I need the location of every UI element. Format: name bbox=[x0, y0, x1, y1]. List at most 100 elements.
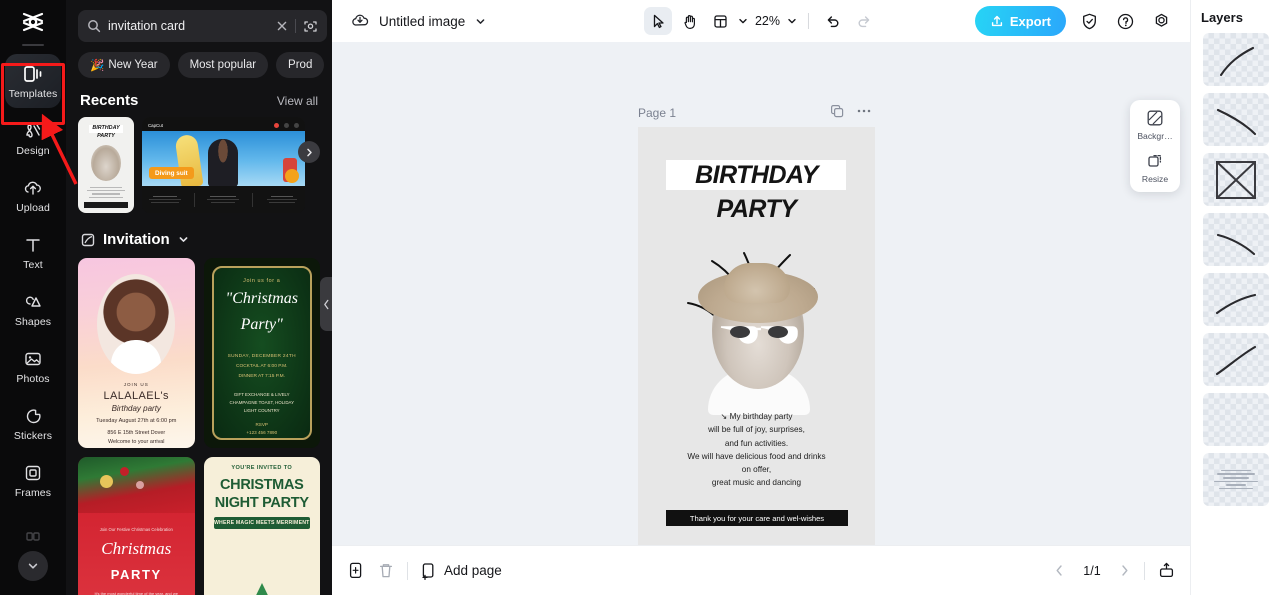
chip-label: Prod bbox=[288, 59, 313, 71]
duplicate-page-icon[interactable] bbox=[830, 104, 844, 118]
card-body-line-4: We will have delicious food and drinks bbox=[687, 451, 826, 461]
sidebar-item-photos[interactable]: Photos bbox=[5, 339, 61, 393]
redo-icon bbox=[858, 16, 870, 28]
chevron-down-icon[interactable] bbox=[177, 233, 190, 246]
cloud-save-icon[interactable] bbox=[350, 11, 370, 31]
recents-header: Recents View all bbox=[66, 78, 332, 109]
layer-curve-3[interactable] bbox=[1202, 213, 1269, 266]
sidebar-item-design[interactable]: Design bbox=[5, 111, 61, 165]
page-label: Page 1 bbox=[638, 106, 677, 120]
template-date1-label: SUNDAY, DECEMBER 24TH bbox=[227, 354, 296, 359]
rail-collapse-button[interactable] bbox=[18, 551, 48, 581]
layer-empty[interactable] bbox=[1202, 393, 1269, 446]
template-decoration bbox=[78, 457, 195, 513]
resize-tool-label: Resize bbox=[1141, 174, 1169, 184]
hand-tool-button[interactable] bbox=[675, 7, 703, 35]
sidebar-item-stickers[interactable]: Stickers bbox=[5, 396, 61, 450]
design-card[interactable]: BIRTHDAY PARTY ↘ My birthday party will … bbox=[638, 127, 875, 545]
recent-card-diving-suit[interactable]: CapCut Diving suit bbox=[142, 117, 305, 213]
recent-card-birthday[interactable]: BIRTHDAY PARTY bbox=[78, 117, 134, 213]
sidebar-item-templates[interactable]: Templates bbox=[5, 54, 61, 108]
visual-search-icon[interactable] bbox=[303, 19, 318, 34]
template-grid: JOIN US LALALAEL's Birthday party Tuesda… bbox=[66, 248, 332, 595]
trash-icon[interactable] bbox=[377, 561, 395, 580]
template-card-christmas-night-party[interactable]: YOU'RE INVITED TO CHRISTMAS NIGHT PARTY … bbox=[203, 457, 320, 595]
category-header[interactable]: Invitation bbox=[66, 213, 332, 248]
template-sub-label: Birthday party bbox=[111, 404, 161, 413]
gear-icon bbox=[1155, 13, 1167, 27]
resize-icon bbox=[1148, 154, 1162, 167]
template-join-label: JOIN US bbox=[123, 382, 149, 387]
recent-badge-label: Diving suit bbox=[149, 167, 194, 179]
add-page-label: Add page bbox=[444, 563, 502, 578]
card-body-line-5: on offer, bbox=[741, 465, 772, 475]
layer-curve-5[interactable] bbox=[1202, 333, 1269, 386]
template-card-lalalael-birthday[interactable]: JOIN US LALALAEL's Birthday party Tuesda… bbox=[78, 258, 195, 448]
app-logo[interactable] bbox=[0, 0, 66, 44]
panel-collapse-handle[interactable] bbox=[320, 277, 332, 331]
card-body-line-2: will be full of joy, surprises, bbox=[708, 425, 805, 435]
capcut-logo-icon bbox=[22, 12, 44, 32]
export-upload-icon bbox=[991, 15, 1002, 27]
template-card-christmas-party-red[interactable]: Join Our Festive Christmas Celebration C… bbox=[78, 457, 195, 595]
layer-curve-4[interactable] bbox=[1202, 273, 1269, 326]
card-body-line-3: and fun activities. bbox=[724, 438, 789, 448]
template-card-christmas-party-green[interactable]: Join us for a "Christmas Party" SUNDAY, … bbox=[203, 258, 320, 448]
select-tool-button[interactable] bbox=[643, 7, 672, 35]
search-box[interactable] bbox=[78, 10, 327, 42]
card-photo[interactable] bbox=[682, 245, 832, 415]
frames-icon bbox=[22, 462, 44, 484]
sidebar-item-text[interactable]: Text bbox=[5, 225, 61, 279]
zoom-chevron-down-icon[interactable] bbox=[786, 15, 798, 27]
text-icon bbox=[22, 234, 44, 256]
chevron-right-icon[interactable] bbox=[1117, 563, 1132, 578]
security-button[interactable] bbox=[1076, 8, 1102, 34]
template-join-label: Join Our Festive Christmas Celebration bbox=[99, 527, 173, 532]
template-note-label: Welcome to your arrival bbox=[107, 439, 165, 445]
sidebar-item-frames[interactable]: Frames bbox=[5, 453, 61, 507]
canvas-area[interactable]: Page 1 BIRTHDAY PARTY ↘ My birthday part… bbox=[332, 42, 1190, 545]
layer-text-block[interactable] bbox=[1202, 453, 1269, 506]
search-row bbox=[66, 0, 332, 42]
sidebar-item-label: Stickers bbox=[13, 429, 53, 442]
recent-title-line1: BIRTHDAY bbox=[89, 125, 123, 133]
sidebar-item-upload[interactable]: Upload bbox=[5, 168, 61, 222]
undo-button[interactable] bbox=[819, 7, 847, 35]
recents-view-all-link[interactable]: View all bbox=[277, 94, 318, 108]
sidebar-item-label: Templates bbox=[8, 87, 58, 100]
card-body-text: ↘ My birthday party will be full of joy,… bbox=[646, 410, 867, 490]
more-horizontal-icon[interactable] bbox=[856, 104, 872, 118]
duplicate-icon[interactable] bbox=[346, 561, 365, 580]
layer-curve-2[interactable] bbox=[1202, 93, 1269, 146]
template-rsvp1-label: RSVP bbox=[255, 422, 268, 427]
chevron-left-icon[interactable] bbox=[1052, 563, 1067, 578]
sidebar-item-label: Shapes bbox=[14, 315, 52, 328]
layer-curve-1[interactable] bbox=[1202, 33, 1269, 86]
chip-new-year[interactable]: 🎉 New Year bbox=[78, 52, 170, 78]
add-page-button[interactable]: Add page bbox=[420, 562, 502, 580]
curve-thumb-icon bbox=[1219, 46, 1254, 77]
sidebar-item-label: Design bbox=[16, 144, 50, 157]
export-button[interactable]: Export bbox=[974, 6, 1066, 36]
document-title[interactable]: Untitled image bbox=[379, 14, 465, 29]
resize-tool[interactable]: Resize bbox=[1132, 151, 1178, 184]
layer-placeholder-image[interactable] bbox=[1202, 153, 1269, 206]
search-input[interactable] bbox=[108, 19, 269, 33]
settings-button[interactable] bbox=[1148, 8, 1174, 34]
redo-button[interactable] bbox=[850, 7, 878, 35]
sidebar-item-shapes[interactable]: Shapes bbox=[5, 282, 61, 336]
background-tool[interactable]: Backgr… bbox=[1132, 108, 1178, 141]
template-rsvp2-label: +123 456 7890 bbox=[246, 430, 278, 435]
present-icon[interactable] bbox=[1157, 561, 1176, 580]
template-portrait bbox=[97, 274, 176, 374]
recents-next-button[interactable] bbox=[298, 141, 320, 163]
close-icon[interactable] bbox=[276, 20, 288, 32]
layout-chevron-down-icon[interactable] bbox=[737, 15, 749, 27]
cursor-arrow-icon bbox=[653, 14, 664, 28]
recent-title-line2: PARTY bbox=[97, 132, 115, 139]
chip-product[interactable]: Prod bbox=[276, 52, 325, 78]
chip-most-popular[interactable]: Most popular bbox=[177, 52, 269, 78]
help-button[interactable] bbox=[1112, 8, 1138, 34]
layout-tool-button[interactable] bbox=[706, 7, 734, 35]
chevron-down-icon[interactable] bbox=[474, 15, 487, 28]
